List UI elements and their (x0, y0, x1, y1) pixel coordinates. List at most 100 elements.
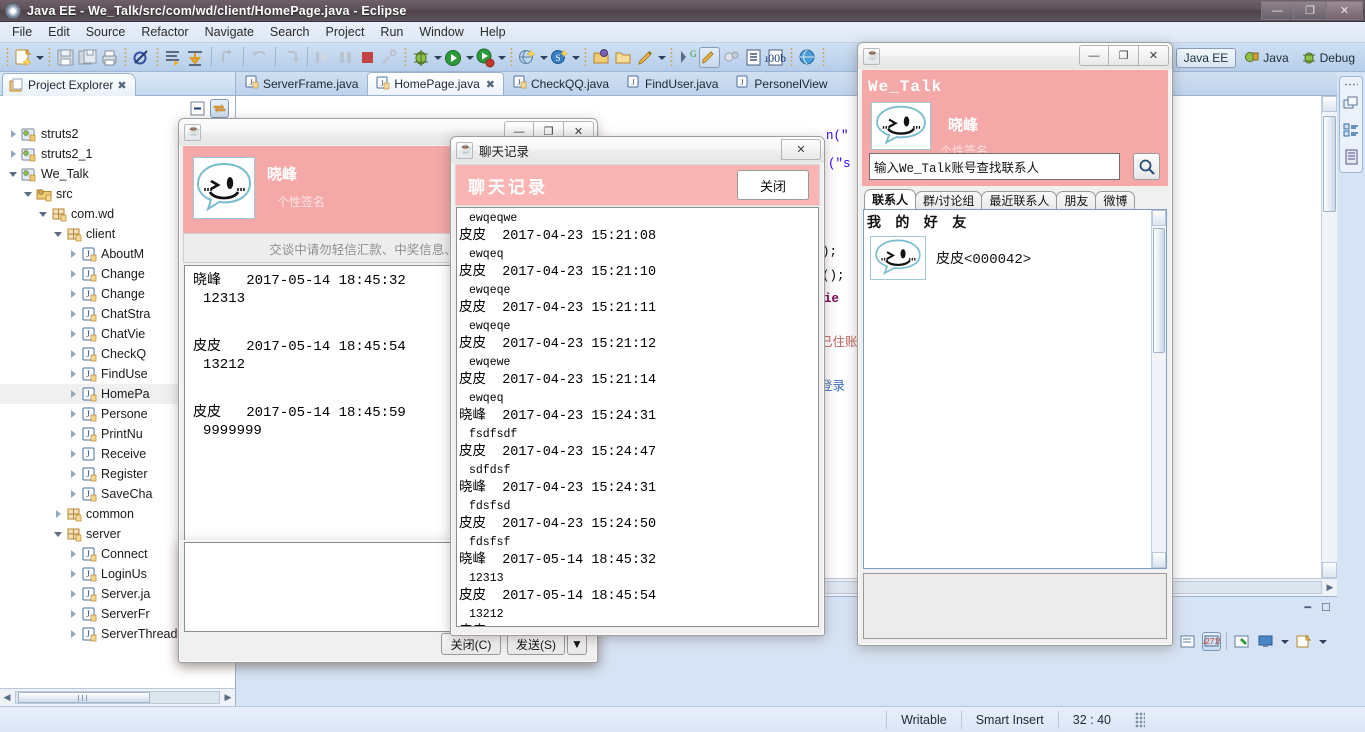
tree-collapsed-arrow-icon[interactable] (68, 549, 79, 560)
minimize-view-icon[interactable]: ━ (1305, 601, 1312, 614)
menu-item-edit[interactable]: Edit (40, 24, 78, 40)
eclipse-maximize-button[interactable]: ❐ (1294, 1, 1327, 20)
we-talk-titlebar[interactable]: — ❐ ✕ (858, 43, 1172, 69)
chat-close-action-button[interactable]: 关闭(C) (441, 633, 501, 655)
chat-record-close-action-button[interactable]: 关闭 (737, 170, 809, 200)
last-edit-location-icon[interactable] (185, 47, 206, 68)
console-new-dropdown-icon[interactable] (1318, 631, 1327, 651)
task-list-view-icon[interactable] (1343, 149, 1360, 166)
tree-expanded-arrow-icon[interactable] (53, 529, 64, 540)
contacts-scroll-down-button[interactable] (1152, 552, 1166, 568)
new-ejb-dropdown-icon[interactable] (571, 47, 580, 67)
we-talk-tab[interactable]: 群/讨论组 (915, 191, 983, 209)
contacts-vscrollbar[interactable] (1151, 210, 1166, 568)
perspective-java-ee[interactable]: Java EE (1175, 47, 1237, 68)
tree-collapsed-arrow-icon[interactable] (68, 609, 79, 620)
tree-collapsed-arrow-icon[interactable] (8, 149, 19, 160)
forward-nav-icon[interactable] (217, 47, 238, 68)
tree-collapsed-arrow-icon[interactable] (68, 369, 79, 380)
tree-collapsed-arrow-icon[interactable] (8, 129, 19, 140)
menu-item-source[interactable]: Source (78, 24, 134, 40)
step-over-icon[interactable] (313, 47, 334, 68)
open-web-browser-icon[interactable] (797, 47, 818, 68)
chat-record-list[interactable]: ewqeqwe 皮皮 2017-04-23 15:21:08 ewqeq 皮皮 201… (456, 207, 819, 627)
editor-tab[interactable]: J ServerFrame.java (236, 72, 367, 95)
we-talk-minimize-button[interactable]: — (1079, 45, 1109, 66)
we-talk-maximize-button[interactable]: ❐ (1109, 45, 1139, 66)
scroll-up-button[interactable] (1322, 96, 1337, 112)
debug-icon[interactable] (411, 47, 432, 68)
project-explorer-tab[interactable]: Project Explorer ✖ (2, 73, 136, 96)
console-terminate-icon[interactable]: \u2715 (1199, 631, 1224, 651)
eclipse-close-button[interactable]: ✕ (1327, 1, 1363, 20)
outline-view-icon[interactable] (1343, 122, 1360, 139)
status-resize-grip[interactable] (1135, 711, 1145, 728)
editor-tab[interactable]: J FindUser.java (618, 72, 727, 95)
menu-item-window[interactable]: Window (411, 24, 471, 40)
menu-item-run[interactable]: Run (372, 24, 411, 40)
tree-collapsed-arrow-icon[interactable] (68, 469, 79, 480)
run-dropdown-icon[interactable] (465, 47, 474, 67)
tree-collapsed-arrow-icon[interactable] (68, 349, 79, 360)
tree-collapsed-arrow-icon[interactable] (68, 289, 79, 300)
menu-item-refactor[interactable]: Refactor (133, 24, 196, 40)
new-wizard-icon[interactable] (13, 47, 34, 68)
run-icon[interactable] (443, 47, 464, 68)
debug-dropdown-icon[interactable] (433, 47, 442, 67)
menu-item-file[interactable]: File (4, 24, 40, 40)
new-server-dropdown-icon[interactable] (539, 47, 548, 67)
rail-grip[interactable] (1344, 83, 1358, 86)
open-type-icon[interactable] (591, 47, 612, 68)
menu-item-project[interactable]: Project (318, 24, 373, 40)
perspective-java[interactable]: Java (1240, 48, 1292, 68)
chat-record-titlebar[interactable]: 聊天记录 ✕ (451, 137, 824, 163)
contacts-scroll-thumb[interactable] (1153, 228, 1165, 353)
list-item[interactable]: 皮皮<000042> (870, 236, 1148, 280)
we-talk-tabs[interactable]: 联系人 群/讨论组 最近联系人 朋友 微博 (864, 189, 1166, 209)
tree-expanded-arrow-icon[interactable] (8, 169, 19, 180)
menu-item-help[interactable]: Help (472, 24, 514, 40)
tree-collapsed-arrow-icon[interactable] (68, 489, 79, 500)
print-icon[interactable] (99, 47, 120, 68)
perspective-debug[interactable]: Debug (1297, 48, 1359, 68)
collapse-all-icon[interactable] (188, 99, 207, 118)
open-resource-icon[interactable] (613, 47, 634, 68)
tree-collapsed-arrow-icon[interactable] (68, 269, 79, 280)
avatar[interactable] (193, 157, 255, 219)
tree-collapsed-arrow-icon[interactable] (68, 589, 79, 600)
toolbar-grip[interactable] (6, 47, 9, 67)
pilcrow-icon[interactable]: \u00b6 (759, 47, 792, 68)
show-whitespace-icon[interactable] (721, 47, 742, 68)
run-history-dropdown-icon[interactable] (497, 47, 506, 67)
tree-collapsed-arrow-icon[interactable] (68, 409, 79, 420)
save-all-icon[interactable] (77, 47, 98, 68)
tree-expanded-arrow-icon[interactable] (23, 189, 34, 200)
pause-icon[interactable] (335, 47, 356, 68)
we-talk-tab[interactable]: 微博 (1095, 191, 1136, 209)
new-server-icon[interactable] (517, 47, 538, 68)
console-display-dropdown-icon[interactable] (1280, 631, 1289, 651)
we-talk-tab[interactable]: 最近联系人 (981, 191, 1058, 209)
editor-vscrollbar[interactable] (1321, 96, 1337, 578)
editor-tab[interactable]: J CheckQQ.java (504, 72, 618, 95)
new-ejb-icon[interactable]: S (549, 47, 570, 68)
we-talk-tab[interactable]: 联系人 (864, 189, 917, 209)
tree-collapsed-arrow-icon[interactable] (53, 509, 64, 520)
tree-collapsed-arrow-icon[interactable] (68, 569, 79, 580)
we-talk-tab[interactable]: 朋友 (1056, 191, 1097, 209)
eclipse-minimize-button[interactable]: — (1261, 1, 1294, 20)
console-display-icon[interactable] (1256, 632, 1275, 651)
new-wizard-dropdown-icon[interactable] (35, 47, 44, 67)
run-history-icon[interactable] (475, 47, 496, 68)
link-with-editor-icon[interactable] (210, 98, 229, 118)
scroll-down-button[interactable] (1322, 562, 1337, 578)
console-new-icon[interactable] (1294, 632, 1313, 651)
contacts-scroll-up-button[interactable] (1152, 210, 1166, 226)
tree-expanded-arrow-icon[interactable] (53, 229, 64, 240)
tree-collapsed-arrow-icon[interactable] (68, 389, 79, 400)
search-input[interactable]: 输入We_Talk账号查找联系人 (869, 153, 1120, 180)
console-scroll-lock-icon[interactable] (1178, 632, 1197, 651)
save-icon[interactable] (55, 47, 76, 68)
tree-collapsed-arrow-icon[interactable] (68, 449, 79, 460)
maximize-view-icon[interactable]: ☐ (1321, 601, 1331, 614)
